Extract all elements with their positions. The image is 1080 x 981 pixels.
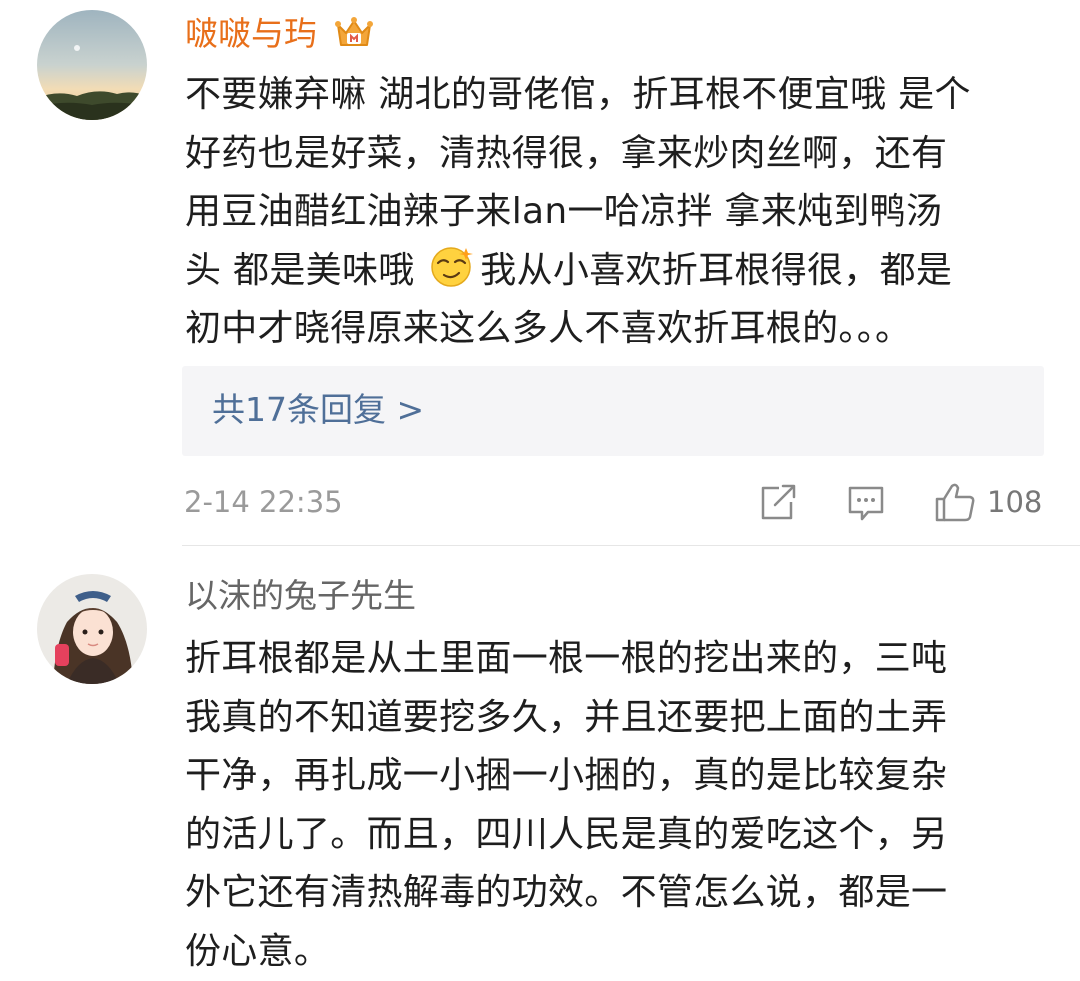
username-text[interactable]: 啵啵与玙 <box>185 14 317 53</box>
comment-line: 好药也是好菜，清热得很，拿来炒肉丝啊，还有 <box>185 125 1055 184</box>
comment-line: 用豆油醋红油辣子来lan一哈凉拌 拿来炖到鸭汤 <box>185 183 1055 242</box>
like-button[interactable] <box>933 478 977 526</box>
comment-line: 我真的不知道要挖多久，并且还要把上面的土弄 <box>185 689 1055 748</box>
comment-text: 折耳根都是从土里面一根一根的挖出来的，三吨 我真的不知道要挖多久，并且还要把上面… <box>185 630 1055 981</box>
comment-line: 折耳根都是从土里面一根一根的挖出来的，三吨 <box>185 630 1055 689</box>
comment-timestamp: 2-14 22:35 <box>184 482 343 522</box>
like-count: 108 <box>987 482 1042 522</box>
replies-box[interactable]: 共17条回复 > <box>182 366 1044 456</box>
view-replies-link[interactable]: 共17条回复 > <box>212 388 424 432</box>
comment-line: 份心意。 <box>185 923 1055 981</box>
thumbs-up-icon <box>933 478 977 526</box>
comment-button[interactable] <box>846 478 886 526</box>
crown-vip-icon <box>334 15 374 62</box>
username[interactable]: 啵啵与玙 <box>185 12 374 62</box>
comment-line-segment: 我从小喜欢折耳根得很，都是 <box>480 250 952 291</box>
user-avatar[interactable] <box>37 574 147 684</box>
girl-portrait-avatar-image <box>37 574 147 684</box>
username-text[interactable]: 以沫的兔子先生 <box>185 576 416 615</box>
comment-line: 不要嫌弃嘛 湖北的哥佬倌，折耳根不便宜哦 是个 <box>185 66 1055 125</box>
comment-line: 头 都是美味哦 我从小喜欢折耳根得很，都是 <box>185 242 1055 301</box>
comment-item: 啵啵与玙 不要嫌弃嘛 湖北的哥佬倌，折耳根不便宜哦 是个 好药也是好菜，清热得很… <box>0 0 1080 546</box>
comment-item: 以沫的兔子先生 折耳根都是从土里面一根一根的挖出来的，三吨 我真的不知道要挖多久… <box>0 546 1080 977</box>
share-icon <box>757 478 797 526</box>
comment-line: 初中才晓得原来这么多人不喜欢折耳根的。。。 <box>185 300 1055 359</box>
comment-line: 外它还有清热解毒的功效。不管怎么说，都是一 <box>185 864 1055 923</box>
share-button[interactable] <box>757 478 797 526</box>
comment-bubble-icon <box>846 478 886 526</box>
comment-line-segment: 头 都是美味哦 <box>185 250 415 291</box>
smug-face-emoji-icon <box>428 244 478 286</box>
comment-text: 不要嫌弃嘛 湖北的哥佬倌，折耳根不便宜哦 是个 好药也是好菜，清热得很，拿来炒肉… <box>185 66 1055 359</box>
username[interactable]: 以沫的兔子先生 <box>185 574 416 618</box>
comment-line: 干净，再扎成一小捆一小捆的，真的是比较复杂 <box>185 747 1055 806</box>
user-avatar[interactable] <box>37 10 147 120</box>
sunset-landscape-avatar-image <box>37 10 147 120</box>
comment-line: 的活儿了。而且，四川人民是真的爱吃这个，另 <box>185 806 1055 865</box>
